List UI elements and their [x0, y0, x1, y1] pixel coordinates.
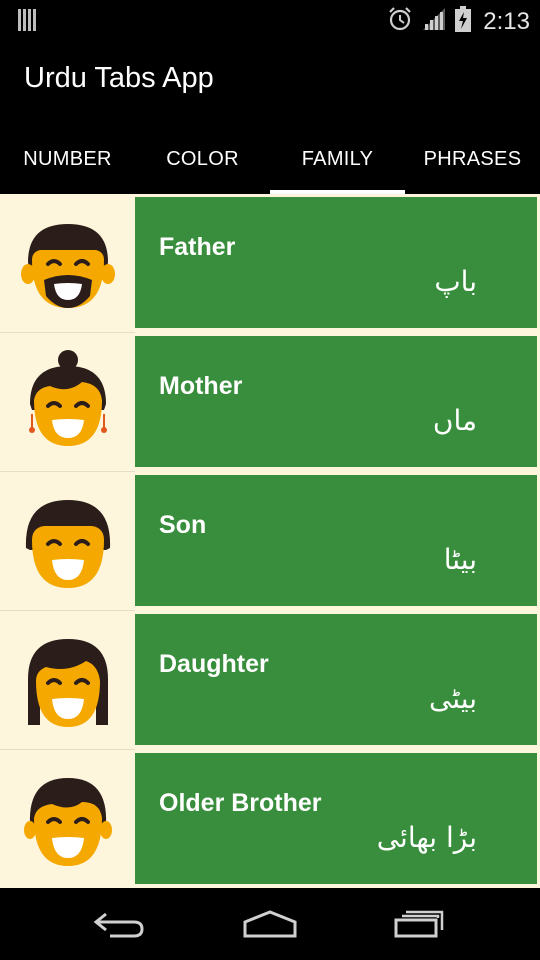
english-word: Daughter	[159, 650, 269, 678]
english-word: Mother	[159, 372, 243, 400]
recent-apps-icon[interactable]	[385, 904, 455, 944]
word-card: Father باپ	[135, 197, 537, 328]
tab-bar: NUMBER COLOR FAMILY PHRASES	[0, 124, 540, 194]
english-word: Father	[159, 233, 236, 261]
list-item[interactable]: Daughter بیٹی	[0, 611, 540, 750]
list-item[interactable]: Mother ماں	[0, 333, 540, 472]
word-card: Mother ماں	[135, 336, 537, 467]
older-brother-face-icon	[0, 750, 135, 888]
tab-phrases[interactable]: PHRASES	[405, 124, 540, 194]
home-icon[interactable]	[235, 904, 305, 944]
son-face-icon	[0, 472, 135, 611]
english-word: Older Brother	[159, 789, 322, 817]
urdu-word: بڑا بھائی	[376, 821, 477, 854]
word-card: Older Brother بڑا بھائی	[135, 753, 537, 884]
battery-charging-icon	[455, 6, 472, 37]
urdu-word: باپ	[434, 265, 477, 298]
english-word: Son	[159, 511, 207, 539]
signal-icon	[421, 6, 447, 37]
word-card: Daughter بیٹی	[135, 614, 537, 745]
status-time: 2:13	[483, 7, 530, 35]
navigation-bar	[0, 888, 540, 960]
urdu-word: بیٹی	[428, 682, 477, 715]
alarm-icon	[387, 6, 413, 37]
app-title: Urdu Tabs App	[24, 62, 214, 94]
list-item[interactable]: Father باپ	[0, 194, 540, 333]
app-bar: Urdu Tabs App	[0, 40, 540, 124]
tab-color[interactable]: COLOR	[135, 124, 270, 194]
list-item[interactable]: Older Brother بڑا بھائی	[0, 750, 540, 888]
daughter-face-icon	[0, 611, 135, 750]
list-item[interactable]: Son بیٹا	[0, 472, 540, 611]
tab-number[interactable]: NUMBER	[0, 124, 135, 194]
status-bar: 2:13	[0, 0, 540, 40]
back-icon[interactable]	[85, 904, 155, 944]
mother-face-icon	[0, 333, 135, 472]
notification-icon	[18, 9, 36, 36]
urdu-word: ماں	[432, 404, 477, 437]
father-face-icon	[0, 194, 135, 333]
word-card: Son بیٹا	[135, 475, 537, 606]
urdu-word: بیٹا	[443, 543, 477, 576]
tab-family[interactable]: FAMILY	[270, 124, 405, 194]
family-word-list: Father باپ Mother ماں Son بیٹا Daughter …	[0, 194, 540, 888]
